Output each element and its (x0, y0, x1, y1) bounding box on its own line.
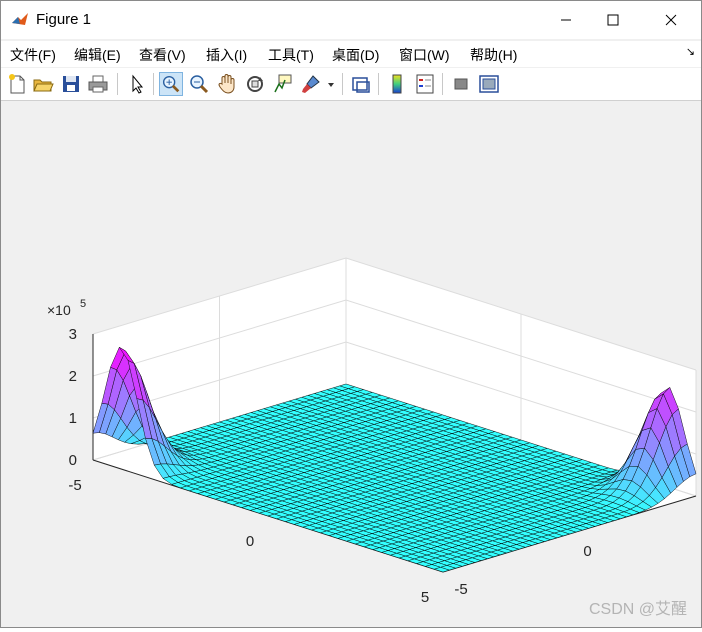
toolbar-separator (153, 73, 154, 95)
watermark-text: CSDN @艾醒 (588, 601, 687, 618)
close-icon (665, 14, 677, 26)
figure-window: Figure 1 文件(F) 编辑(E) 查看(V) 插入(I) 工具(T) 桌… (0, 0, 702, 628)
pan-hand-icon[interactable] (215, 72, 239, 96)
z-tick-label: 0 (69, 452, 77, 469)
figure-toolbar (1, 68, 701, 101)
z-tick-label: 2 (69, 368, 77, 385)
figure-canvas[interactable]: 0123-505-505×105 CSDN @艾醒 (1, 101, 701, 627)
matlab-logo-icon (11, 11, 29, 29)
hide-plot-tools-icon[interactable] (449, 72, 473, 96)
print-icon[interactable] (86, 72, 110, 96)
new-figure-icon[interactable] (5, 72, 29, 96)
menu-bar: 文件(F) 编辑(E) 查看(V) 插入(I) 工具(T) 桌面(D) 窗口(W… (1, 41, 701, 67)
z-exponent-power: 5 (80, 298, 86, 310)
window-title: Figure 1 (36, 11, 92, 28)
minimize-button[interactable] (543, 1, 589, 39)
select-arrow-icon[interactable] (125, 72, 149, 96)
brush-dropdown-icon[interactable] (325, 72, 337, 96)
colorbar-icon[interactable] (385, 72, 409, 96)
x-tick-label: 0 (246, 533, 254, 550)
menu-insert[interactable]: 插入(I) (206, 45, 247, 65)
minimize-icon (561, 19, 571, 21)
rotate-3d-icon[interactable] (243, 72, 267, 96)
toolbar-separator (378, 73, 379, 95)
menu-desktop[interactable]: 桌面(D) (332, 45, 379, 65)
surface-plot[interactable]: 0123-505-505×105 (1, 101, 701, 627)
z-tick-label: 1 (69, 410, 77, 427)
menu-window[interactable]: 窗口(W) (399, 45, 450, 65)
data-cursor-icon[interactable] (271, 72, 295, 96)
brush-icon[interactable] (299, 72, 323, 96)
x-tick-label: 5 (421, 589, 429, 606)
toolbar-separator (117, 73, 118, 95)
x-tick-label: -5 (68, 477, 81, 494)
link-plot-icon[interactable] (349, 72, 373, 96)
zoom-out-icon[interactable] (187, 72, 211, 96)
show-plot-tools-icon[interactable] (477, 72, 501, 96)
toolbar-separator (342, 73, 343, 95)
title-bar[interactable]: Figure 1 (1, 1, 701, 39)
menu-help[interactable]: 帮助(H) (470, 45, 517, 65)
menu-view[interactable]: 查看(V) (139, 45, 186, 65)
toolbar-separator (442, 73, 443, 95)
close-button[interactable] (648, 1, 694, 39)
menu-tools[interactable]: 工具(T) (268, 45, 314, 65)
dock-figure-icon[interactable]: ↘ (686, 45, 695, 58)
legend-icon[interactable] (413, 72, 437, 96)
y-tick-label: -5 (454, 581, 467, 598)
save-icon[interactable] (59, 72, 83, 96)
menu-edit[interactable]: 编辑(E) (74, 45, 121, 65)
zoom-in-icon[interactable] (159, 72, 183, 96)
z-exponent-label: ×10 (47, 302, 71, 318)
open-file-icon[interactable] (31, 72, 55, 96)
menu-file[interactable]: 文件(F) (10, 45, 56, 65)
z-tick-label: 3 (69, 326, 77, 343)
maximize-icon (607, 14, 619, 26)
maximize-button[interactable] (590, 1, 636, 39)
y-tick-label: 0 (583, 543, 591, 560)
